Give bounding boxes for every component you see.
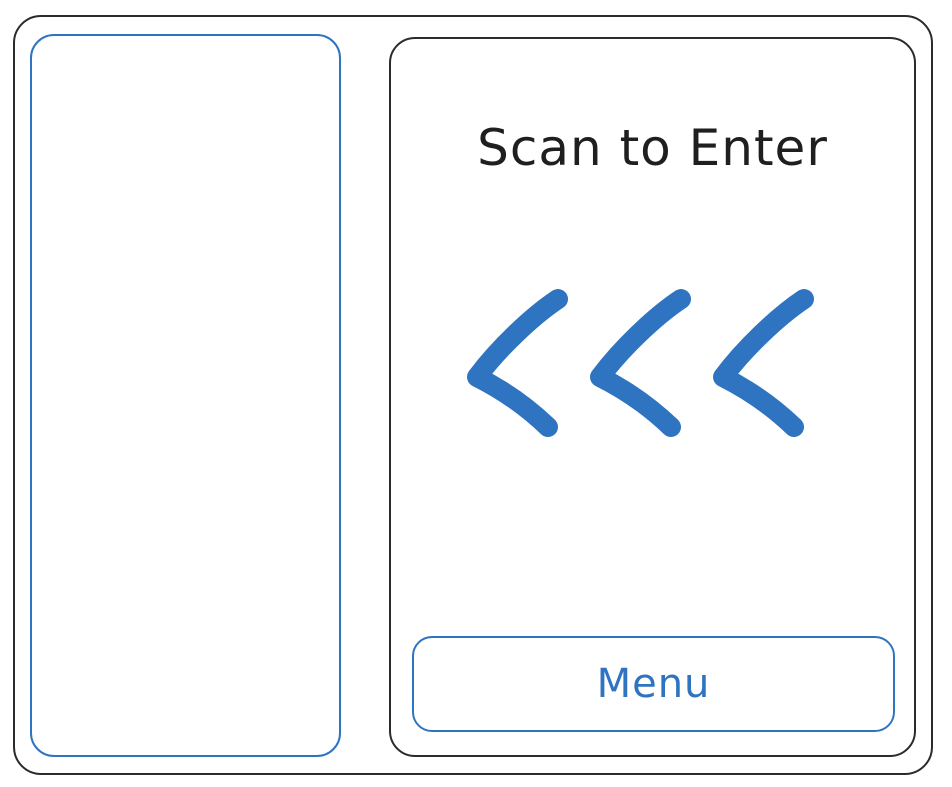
chevron-left-icon [590, 289, 691, 437]
page-title: Scan to Enter [477, 119, 828, 177]
menu-button-label: Menu [596, 661, 711, 707]
triple-chevron-left-icon [467, 289, 814, 437]
kiosk-screen: Scan to Enter Menu [389, 37, 916, 757]
chevron-left-icon [467, 289, 568, 437]
scanner-panel [30, 34, 341, 757]
menu-button[interactable]: Menu [412, 636, 895, 732]
chevron-left-icon [713, 289, 814, 437]
